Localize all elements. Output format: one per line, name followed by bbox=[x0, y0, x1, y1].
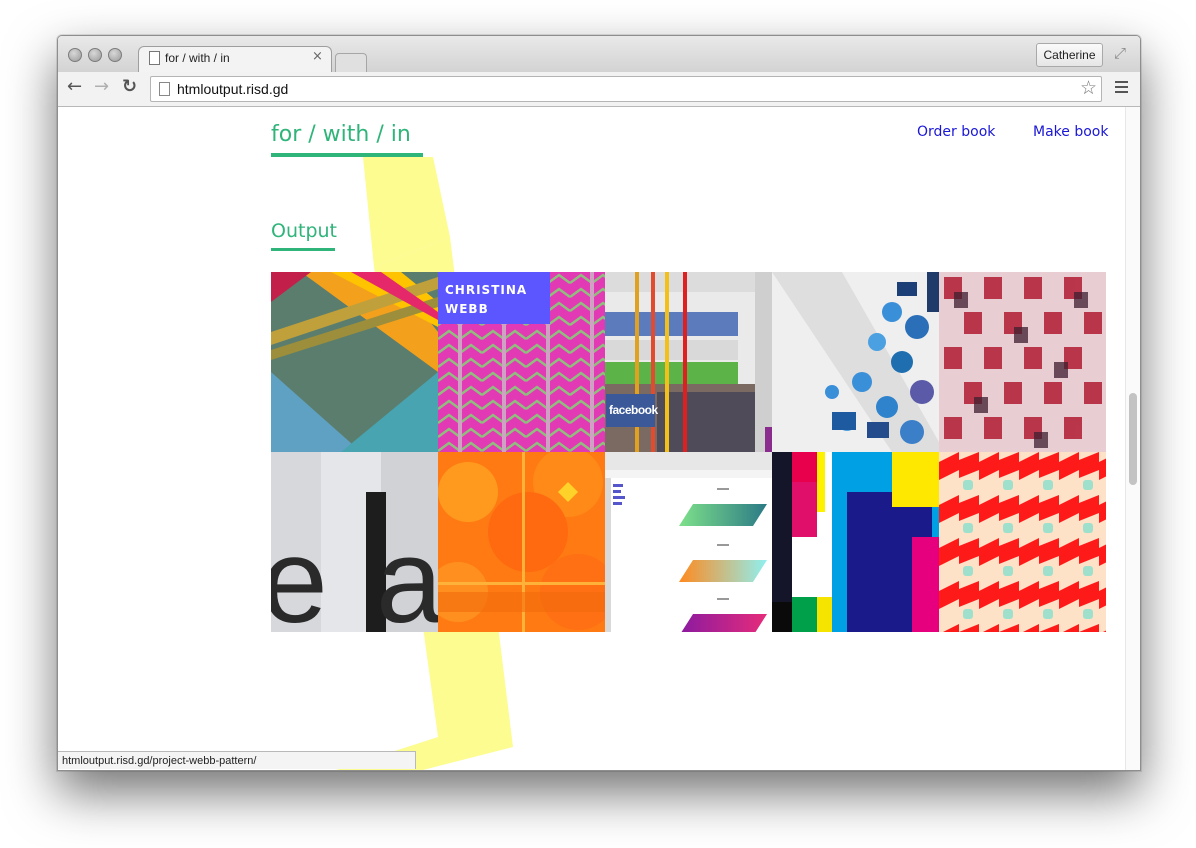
page-icon bbox=[159, 82, 170, 96]
back-icon[interactable]: ← bbox=[67, 78, 82, 96]
label-line-2: WEBB bbox=[445, 302, 489, 316]
vertical-scrollbar[interactable] bbox=[1125, 107, 1140, 770]
close-window-button[interactable] bbox=[68, 48, 82, 62]
project-grid: CHRISTINA WEBB facebook a bbox=[271, 272, 1106, 632]
new-tab-button[interactable] bbox=[335, 53, 367, 72]
title-underline bbox=[271, 153, 423, 157]
url-text[interactable]: htmloutput.risd.gd bbox=[177, 81, 288, 97]
project-thumbnail[interactable] bbox=[939, 272, 1106, 452]
project-thumbnail[interactable] bbox=[772, 452, 939, 632]
page-viewport: for / with / in Order book Make book Out… bbox=[58, 107, 1140, 770]
project-label: CHRISTINA WEBB bbox=[438, 272, 550, 324]
order-book-link[interactable]: Order book bbox=[917, 124, 995, 140]
zoom-window-button[interactable] bbox=[108, 48, 122, 62]
tab-title[interactable]: for / with / in bbox=[165, 51, 230, 65]
site-title[interactable]: for / with / in bbox=[271, 122, 411, 147]
label-line-1: CHRISTINA bbox=[445, 283, 528, 297]
forward-icon[interactable]: → bbox=[94, 78, 109, 96]
facebook-logo: facebook bbox=[606, 394, 658, 427]
project-thumbnail[interactable]: CHRISTINA WEBB bbox=[438, 272, 605, 452]
project-thumbnail[interactable]: e a bbox=[271, 452, 438, 632]
section-title: Output bbox=[271, 220, 337, 242]
svg-text:a: a bbox=[376, 514, 438, 632]
address-bar[interactable] bbox=[150, 76, 1102, 102]
scrollbar-thumb[interactable] bbox=[1129, 393, 1137, 485]
status-bar-url: htmloutput.risd.gd/project-webb-pattern/ bbox=[58, 751, 416, 769]
project-thumbnail[interactable] bbox=[772, 272, 939, 452]
minimize-window-button[interactable] bbox=[88, 48, 102, 62]
fullscreen-icon[interactable]: ⤢ bbox=[1114, 44, 1126, 62]
project-thumbnail[interactable] bbox=[939, 452, 1106, 632]
make-book-link[interactable]: Make book bbox=[1033, 124, 1108, 140]
project-thumbnail[interactable] bbox=[438, 452, 605, 632]
section-underline bbox=[271, 248, 335, 251]
reload-icon[interactable]: ↻ bbox=[122, 78, 137, 96]
project-thumbnail[interactable] bbox=[605, 452, 772, 632]
menu-icon[interactable] bbox=[1115, 81, 1128, 96]
project-thumbnail[interactable] bbox=[271, 272, 438, 452]
browser-window: for / with / in × Catherine ⤢ ← → ↻ html… bbox=[57, 35, 1141, 771]
page-icon bbox=[149, 51, 160, 65]
project-thumbnail[interactable]: facebook bbox=[605, 272, 772, 452]
bookmark-star-icon[interactable]: ☆ bbox=[1080, 77, 1097, 99]
svg-text:e: e bbox=[271, 514, 328, 632]
tab-close-icon[interactable]: × bbox=[312, 49, 323, 64]
profile-button[interactable]: Catherine bbox=[1036, 43, 1103, 67]
